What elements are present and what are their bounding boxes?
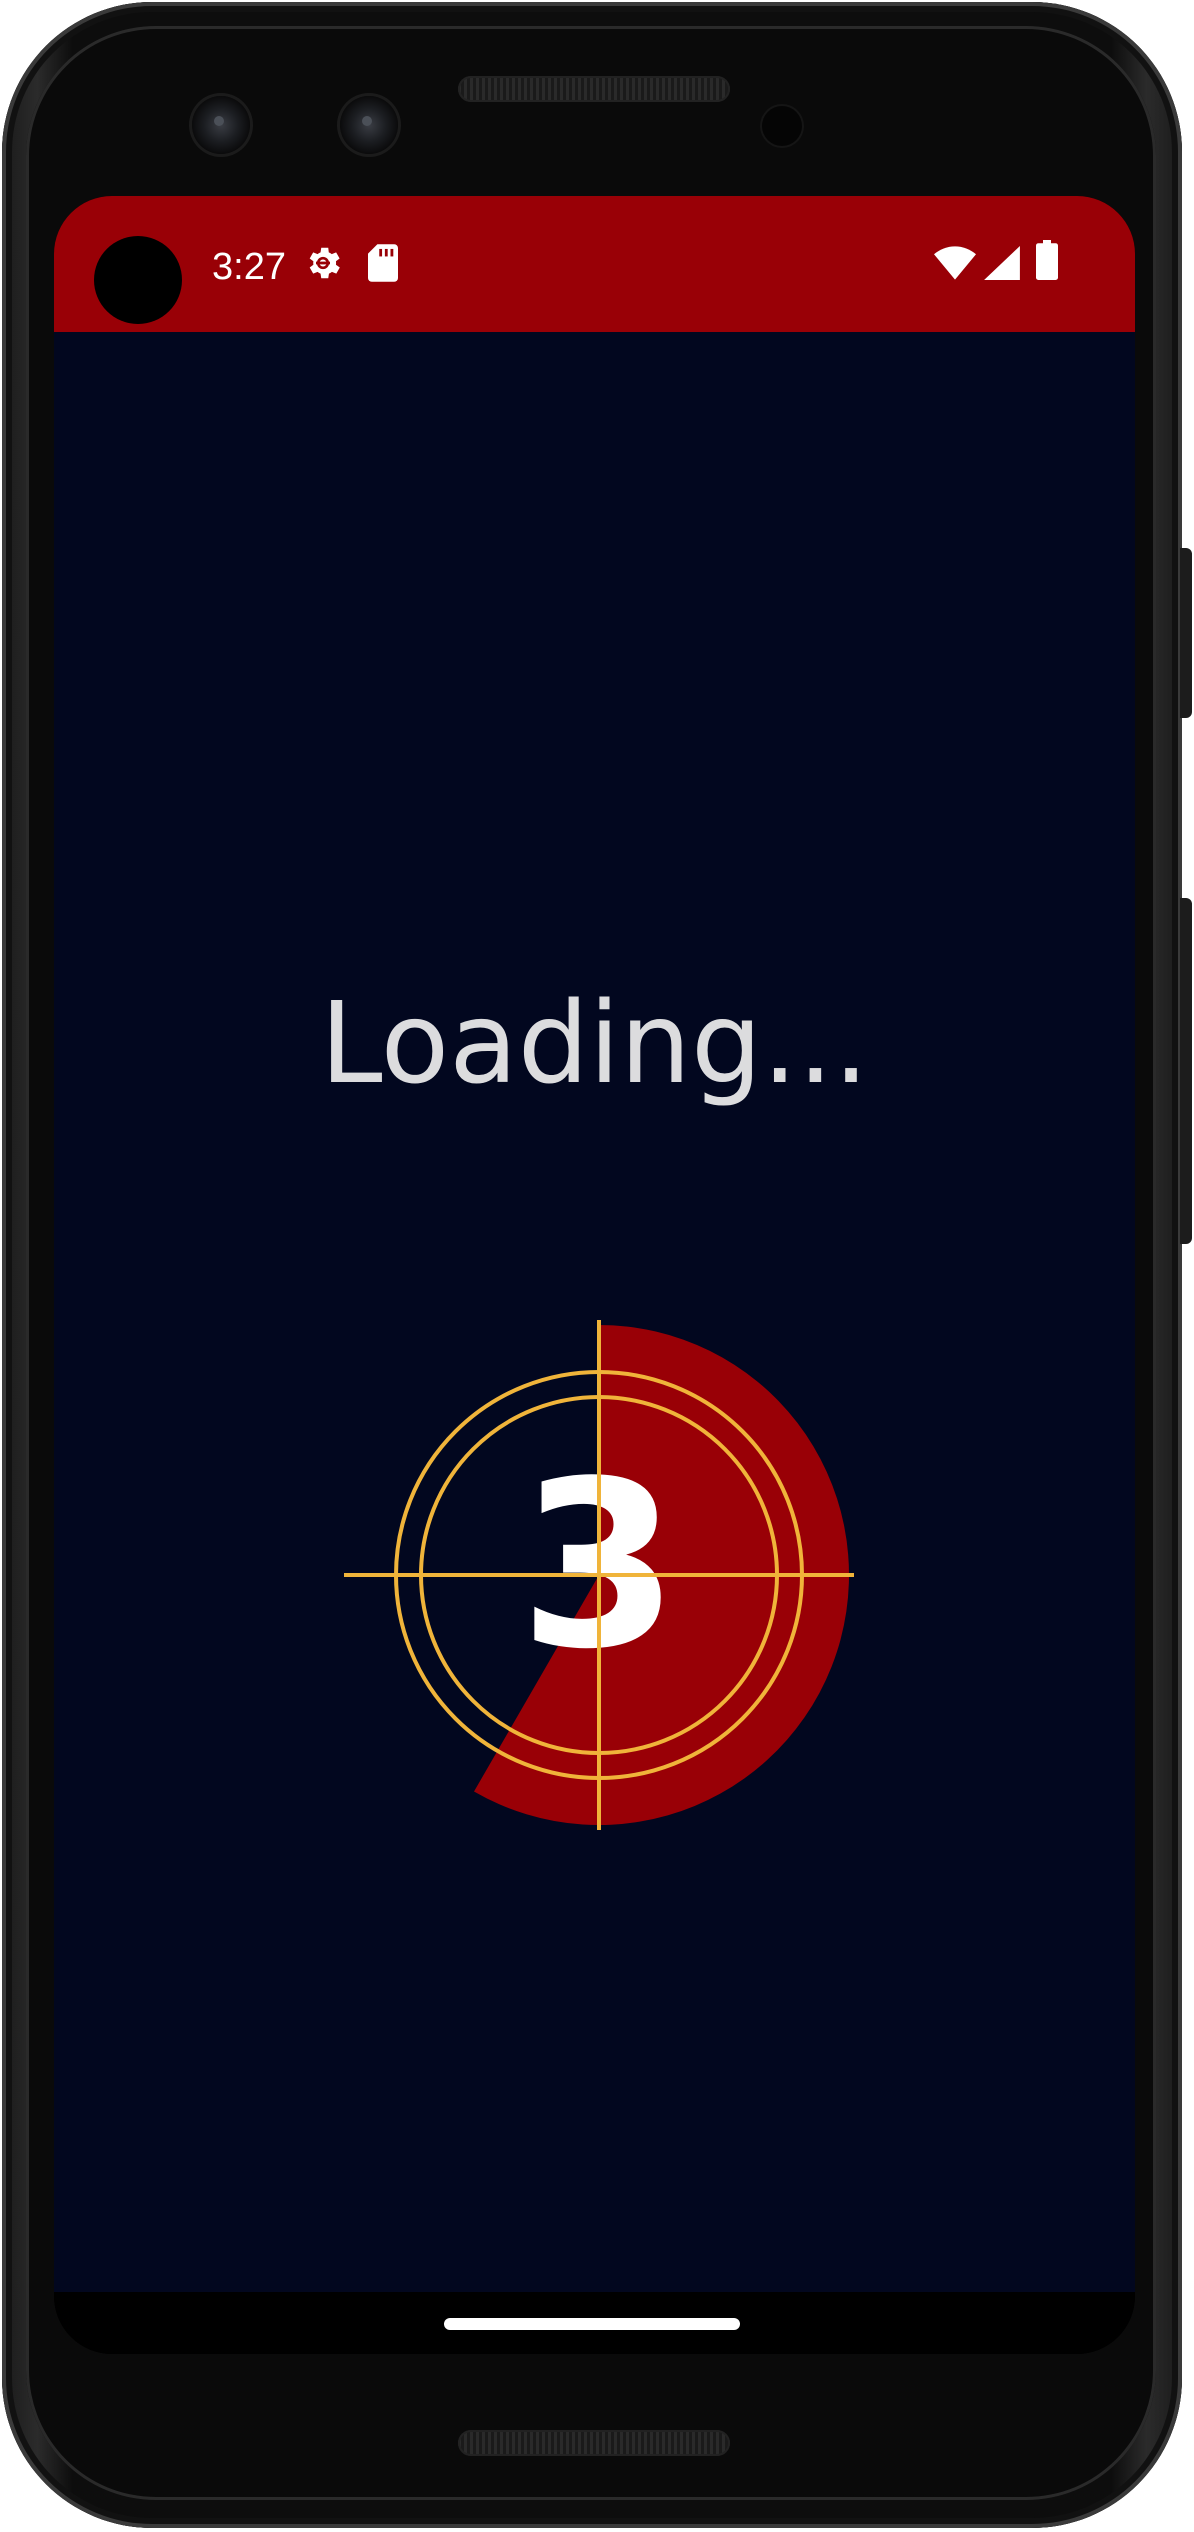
battery-icon	[1036, 240, 1058, 285]
front-camera-1	[192, 96, 250, 154]
loading-screen: Loading... 3	[54, 332, 1135, 2292]
home-gesture-bar[interactable]	[444, 2318, 740, 2330]
navigation-bar	[54, 2292, 1135, 2354]
gear-icon	[302, 242, 344, 289]
wifi-icon	[934, 246, 976, 285]
power-button	[1180, 548, 1192, 718]
punch-hole-camera	[94, 236, 182, 324]
sd-card-icon	[368, 244, 398, 287]
front-camera-2	[340, 96, 398, 154]
proximity-sensor	[762, 106, 802, 146]
status-bar: 3:27	[54, 196, 1135, 332]
loading-label: Loading...	[320, 979, 869, 1109]
countdown-leader: 3	[344, 1320, 854, 1830]
bottom-speaker	[458, 2430, 730, 2456]
phone-frame: 3:27 Loading... 3	[0, 0, 1194, 2532]
volume-button	[1180, 898, 1192, 1244]
cell-signal-icon	[984, 246, 1020, 285]
earpiece-speaker	[458, 76, 730, 102]
status-time: 3:27	[212, 246, 286, 288]
screen: 3:27 Loading... 3	[54, 196, 1135, 2354]
